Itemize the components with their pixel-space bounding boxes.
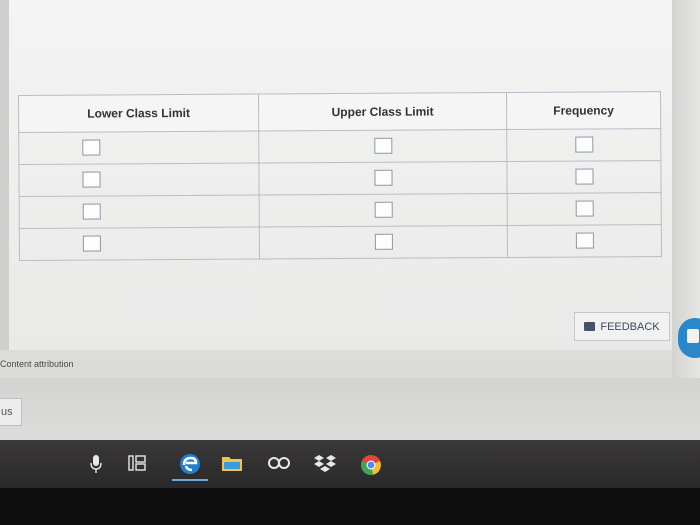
file-explorer-icon[interactable] [221, 453, 243, 473]
feedback-button[interactable]: FEEDBACK [574, 312, 670, 341]
help-badge-button[interactable] [678, 318, 700, 358]
lower-limit-input[interactable] [82, 139, 101, 156]
upper-limit-input[interactable] [374, 201, 393, 219]
microphone-icon[interactable] [88, 453, 104, 475]
feedback-label: FEEDBACK [600, 320, 660, 333]
footer-partial-button[interactable]: us [0, 398, 22, 426]
upper-limit-input[interactable] [373, 169, 393, 187]
edge-browser-icon[interactable] [172, 449, 208, 481]
task-view-icon[interactable] [127, 453, 147, 473]
table-row [18, 128, 661, 165]
chat-icon [687, 329, 699, 343]
footer-band [0, 378, 700, 440]
frequency-input[interactable] [574, 168, 594, 185]
frequency-input[interactable] [575, 232, 594, 249]
page: Lower Class Limit Upper Class Limit Freq… [0, 0, 700, 440]
lower-limit-input[interactable] [82, 171, 101, 188]
upper-limit-input[interactable] [373, 137, 392, 155]
frequency-table: Lower Class Limit Upper Class Limit Freq… [18, 91, 662, 261]
lower-limit-input[interactable] [82, 203, 101, 220]
feedback-icon [584, 322, 596, 331]
left-panel-edge [0, 0, 9, 350]
dropbox-icon[interactable] [313, 453, 337, 475]
content-attribution-link[interactable]: Content attribution [0, 359, 74, 369]
header-lower-class-limit: Lower Class Limit [18, 94, 259, 133]
taskbar [0, 440, 700, 488]
upper-limit-input[interactable] [374, 233, 393, 251]
table-row [18, 160, 662, 197]
screen-bezel [0, 488, 700, 525]
header-upper-class-limit: Upper Class Limit [258, 92, 507, 132]
right-panel-edge [672, 0, 700, 440]
lower-limit-input[interactable] [82, 235, 101, 252]
frequency-input[interactable] [575, 200, 594, 217]
chrome-icon[interactable] [359, 453, 383, 477]
frequency-input[interactable] [574, 136, 593, 153]
header-frequency: Frequency [506, 91, 661, 130]
table-row [19, 224, 662, 261]
table-row [19, 192, 662, 229]
infinity-app-icon[interactable] [266, 453, 292, 473]
